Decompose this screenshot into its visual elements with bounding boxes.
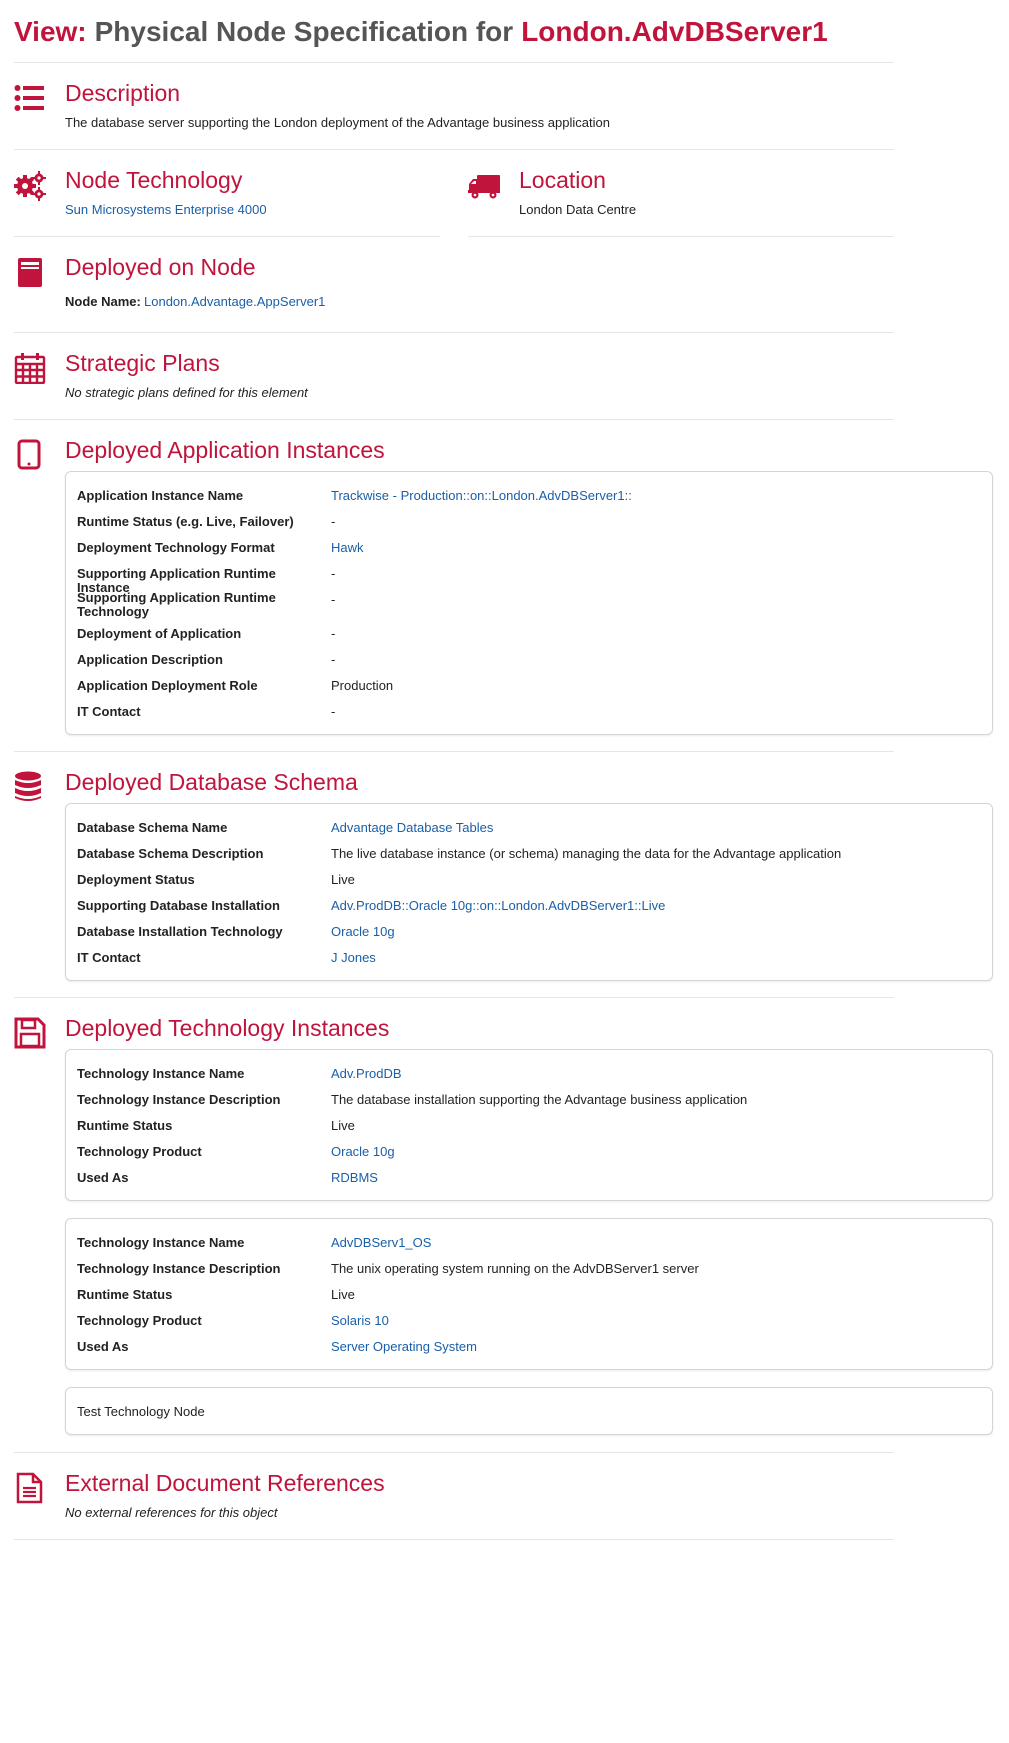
- divider: [468, 236, 894, 237]
- table-row: Deployment Technology Format Hawk: [77, 540, 364, 555]
- database-icon: [14, 771, 46, 803]
- description-text: The database server supporting the Londo…: [65, 115, 610, 130]
- section-title: Node Technology: [65, 167, 243, 193]
- test-node-card: Test Technology Node: [65, 1387, 993, 1435]
- table-row: Runtime Status Live: [77, 1118, 355, 1133]
- divider: [14, 751, 894, 752]
- test-technology-node-link[interactable]: Test Technology Node: [77, 1405, 312, 1419]
- location-value: London Data Centre: [519, 202, 637, 217]
- external-docs-empty: No external references for this object: [65, 1505, 278, 1520]
- list-icon: [14, 82, 46, 114]
- title-text: Physical Node Specification for: [94, 16, 514, 47]
- db-installation-link[interactable]: Adv.ProdDB::Oracle 10g::on::London.AdvDB…: [331, 899, 665, 913]
- table-row: Technology Product Oracle 10g: [77, 1144, 395, 1159]
- node-name-label: Node Name:: [65, 294, 141, 309]
- section-title: Deployed Technology Instances: [65, 1015, 390, 1041]
- it-contact-link[interactable]: J Jones: [331, 951, 376, 965]
- divider: [14, 1452, 894, 1453]
- table-row: Used As Server Operating System: [77, 1339, 477, 1354]
- divider: [14, 332, 894, 333]
- table-row: Database Schema Description The live data…: [77, 846, 842, 861]
- calendar-icon: [14, 352, 46, 384]
- divider: [14, 149, 894, 150]
- section-title: Deployed Database Schema: [65, 769, 358, 795]
- truck-icon: [468, 170, 500, 202]
- used-as-link[interactable]: Server Operating System: [331, 1340, 477, 1354]
- table-row: IT Contact J Jones: [77, 950, 376, 965]
- tech-product-link[interactable]: Solaris 10: [331, 1314, 389, 1328]
- divider: [14, 1539, 894, 1540]
- divider: [14, 419, 894, 420]
- table-row: Runtime Status Live: [77, 1287, 355, 1302]
- table-row: Deployment of Application -: [77, 626, 336, 641]
- document-icon: [14, 1472, 46, 1504]
- node-technology-link[interactable]: Sun Microsystems Enterprise 4000: [65, 202, 267, 217]
- table-row: Technology Product Solaris 10: [77, 1313, 389, 1328]
- table-row: Database Schema Name Advantage Database T…: [77, 820, 494, 835]
- server-icon: [14, 256, 46, 288]
- floppy-disk-icon: [14, 1017, 46, 1049]
- table-row: Deployment Status Live: [77, 872, 355, 887]
- view-label: View:: [14, 16, 87, 47]
- node-name-title: London.AdvDBServer1: [521, 16, 828, 47]
- db-schema-card: Database Schema Name Advantage Database T…: [65, 803, 993, 981]
- table-row: Supporting Database Installation Adv.Prod…: [77, 898, 666, 913]
- app-instance-link[interactable]: Trackwise - Production::on::London.AdvDB…: [331, 489, 632, 503]
- page-title: View: Physical Node Specification for Lond…: [14, 16, 828, 48]
- deployed-node-link[interactable]: London.Advantage.AppServer1: [144, 294, 325, 309]
- db-technology-link[interactable]: Oracle 10g: [331, 925, 395, 939]
- tech-instance-card: Technology Instance Name AdvDBServ1_OS Te…: [65, 1218, 993, 1370]
- table-row: Application Instance Name Trackwise - Pro…: [77, 488, 632, 503]
- tech-instance-card: Technology Instance Name Adv.ProdDB Techn…: [65, 1049, 993, 1201]
- strategic-plans-empty: No strategic plans defined for this elem…: [65, 385, 308, 400]
- tech-instance-link[interactable]: Adv.ProdDB: [331, 1067, 402, 1081]
- divider: [14, 997, 894, 998]
- tech-instance-link[interactable]: AdvDBServ1_OS: [331, 1236, 431, 1250]
- table-row: Database Installation Technology Oracle 1…: [77, 924, 395, 939]
- table-row: Application Deployment Role Production: [77, 678, 394, 693]
- table-row: Technology Instance Description The datab…: [77, 1092, 748, 1107]
- tablet-icon: [14, 439, 46, 471]
- tech-product-link[interactable]: Oracle 10g: [331, 1145, 395, 1159]
- section-title: External Document References: [65, 1470, 385, 1496]
- table-row: Test Technology Node: [77, 1405, 977, 1431]
- table-row: Application Description -: [77, 652, 336, 667]
- app-instance-card: Application Instance Name Trackwise - Pro…: [65, 471, 993, 735]
- table-row: IT Contact -: [77, 704, 336, 719]
- used-as-link[interactable]: RDBMS: [331, 1171, 378, 1185]
- table-row: Runtime Status (e.g. Live, Failover) -: [77, 514, 336, 529]
- table-row: Technology Instance Name AdvDBServ1_OS: [77, 1235, 432, 1250]
- section-title: Deployed on Node: [65, 254, 256, 280]
- divider: [14, 62, 894, 63]
- gears-icon: [14, 169, 46, 201]
- divider: [14, 236, 440, 237]
- section-title: Strategic Plans: [65, 350, 220, 376]
- technology-format-link[interactable]: Hawk: [331, 541, 364, 555]
- schema-name-link[interactable]: Advantage Database Tables: [331, 821, 493, 835]
- table-row: Used As RDBMS: [77, 1170, 378, 1185]
- table-row: Technology Instance Description The unix …: [77, 1261, 699, 1276]
- table-row: Technology Instance Name Adv.ProdDB: [77, 1066, 402, 1081]
- section-title: Location: [519, 167, 606, 193]
- table-row: Supporting Application Runtime Technolog…: [77, 590, 336, 619]
- section-title: Deployed Application Instances: [65, 437, 385, 463]
- section-title: Description: [65, 80, 181, 106]
